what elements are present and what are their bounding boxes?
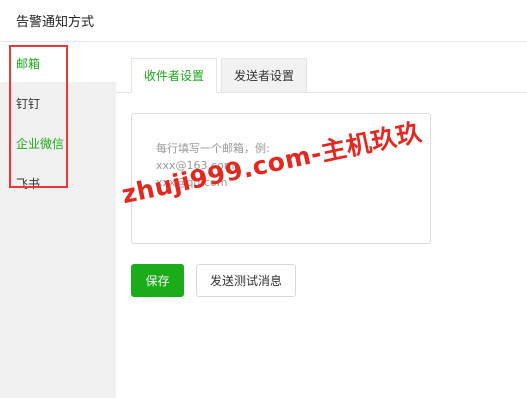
tab-sender-settings[interactable]: 发送者设置 xyxy=(221,58,307,93)
highlight-box xyxy=(9,45,68,188)
send-test-message-button[interactable]: 发送测试消息 xyxy=(196,264,296,297)
title-bar: 告警通知方式 xyxy=(0,0,527,42)
tab-recipient-settings[interactable]: 收件者设置 xyxy=(131,58,217,93)
save-button[interactable]: 保存 xyxy=(131,264,184,297)
page-title: 告警通知方式 xyxy=(16,15,95,30)
